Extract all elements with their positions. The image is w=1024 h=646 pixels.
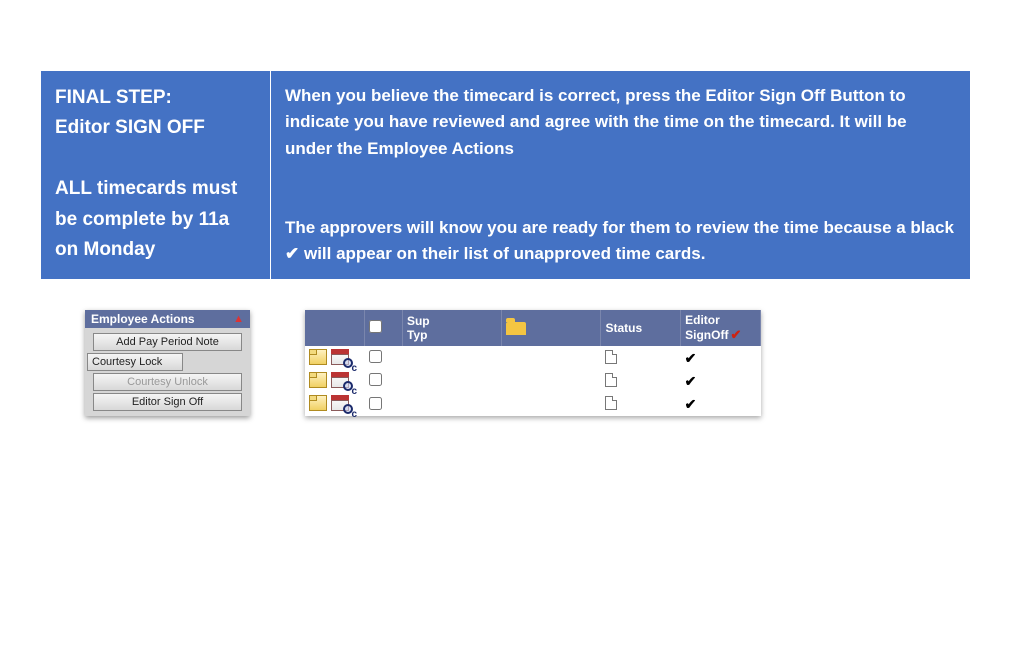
row-signoff: ✔	[681, 393, 761, 416]
add-pay-period-note-button[interactable]: Add Pay Period Note	[93, 333, 242, 351]
header-sup: Sup	[407, 314, 430, 328]
row-icons	[305, 346, 365, 369]
select-all-checkbox[interactable]	[369, 320, 382, 333]
instruction-para1: When you believe the timecard is correct…	[285, 83, 956, 162]
calendar-icon[interactable]	[331, 349, 349, 365]
final-step-line2: Editor SIGN OFF	[55, 117, 205, 138]
file-icon[interactable]	[309, 395, 327, 411]
table-row[interactable]: ✔	[305, 393, 761, 416]
row-checkbox[interactable]	[369, 350, 382, 363]
final-step-heading: FINAL STEP: Editor SIGN OFF	[55, 83, 256, 144]
calendar-icon[interactable]	[331, 395, 349, 411]
header-status[interactable]: Status	[601, 310, 681, 346]
instruction-right-cell: When you believe the timecard is correct…	[271, 71, 971, 280]
employee-actions-panel: Employee Actions ▲ Add Pay Period Note C…	[85, 310, 250, 416]
header-editor-l2: SignOff	[685, 328, 728, 342]
row-signoff: ✔	[681, 370, 761, 393]
header-editor-l1: Editor	[685, 313, 720, 327]
page-icon	[605, 396, 617, 410]
courtesy-unlock-button: Courtesy Unlock	[93, 373, 242, 391]
row-checkbox-cell	[365, 370, 403, 393]
instruction-table: FINAL STEP: Editor SIGN OFF ALL timecard…	[40, 70, 971, 280]
calendar-icon[interactable]	[331, 372, 349, 388]
table-row[interactable]: ✔	[305, 346, 761, 369]
row-status	[601, 393, 681, 416]
file-icon[interactable]	[309, 349, 327, 365]
employee-actions-header[interactable]: Employee Actions ▲	[85, 310, 250, 328]
row-suptyp	[402, 346, 501, 369]
instruction-para2a: The approvers will know you are ready fo…	[285, 218, 954, 237]
row-signoff: ✔	[681, 346, 761, 369]
courtesy-lock-button[interactable]: Courtesy Lock	[87, 353, 183, 371]
checkmark-icon: ✔	[285, 244, 299, 263]
row-checkbox-cell	[365, 346, 403, 369]
row-folder	[502, 370, 601, 393]
row-folder	[502, 346, 601, 369]
header-select-all[interactable]	[365, 310, 403, 346]
header-editor-signoff[interactable]: Editor SignOff✔	[681, 310, 761, 346]
timecard-status-table: Sup Typ Status Editor SignOff✔ ✔	[305, 310, 761, 416]
final-step-line1: FINAL STEP:	[55, 87, 172, 108]
row-status	[601, 370, 681, 393]
employee-actions-title: Employee Actions	[91, 312, 195, 326]
page-icon	[605, 350, 617, 364]
file-icon[interactable]	[309, 372, 327, 388]
signoff-checkmark-icon: ✔	[685, 396, 697, 412]
collapse-icon[interactable]: ▲	[233, 314, 244, 325]
table-row[interactable]: ✔	[305, 370, 761, 393]
header-icons-col	[305, 310, 365, 346]
instruction-para2: The approvers will know you are ready fo…	[285, 215, 956, 268]
deadline-text: ALL timecards must be complete by 11a on…	[55, 174, 256, 265]
signoff-checkmark-icon: ✔	[685, 350, 697, 366]
row-suptyp	[402, 370, 501, 393]
header-sup-typ[interactable]: Sup Typ	[402, 310, 501, 346]
page-icon	[605, 373, 617, 387]
folder-icon	[506, 322, 526, 335]
instruction-left-cell: FINAL STEP: Editor SIGN OFF ALL timecard…	[41, 71, 271, 280]
row-checkbox-cell	[365, 393, 403, 416]
row-folder	[502, 393, 601, 416]
instruction-para2b: will appear on their list of unapproved …	[299, 244, 705, 263]
signoff-checkmark-icon: ✔	[685, 373, 697, 389]
editor-sign-off-button[interactable]: Editor Sign Off	[93, 393, 242, 411]
sort-indicator-icon: ✔	[730, 327, 741, 342]
row-suptyp	[402, 393, 501, 416]
row-status	[601, 346, 681, 369]
header-folder-col[interactable]	[502, 310, 601, 346]
row-checkbox[interactable]	[369, 397, 382, 410]
row-checkbox[interactable]	[369, 373, 382, 386]
header-typ: Typ	[407, 328, 427, 342]
